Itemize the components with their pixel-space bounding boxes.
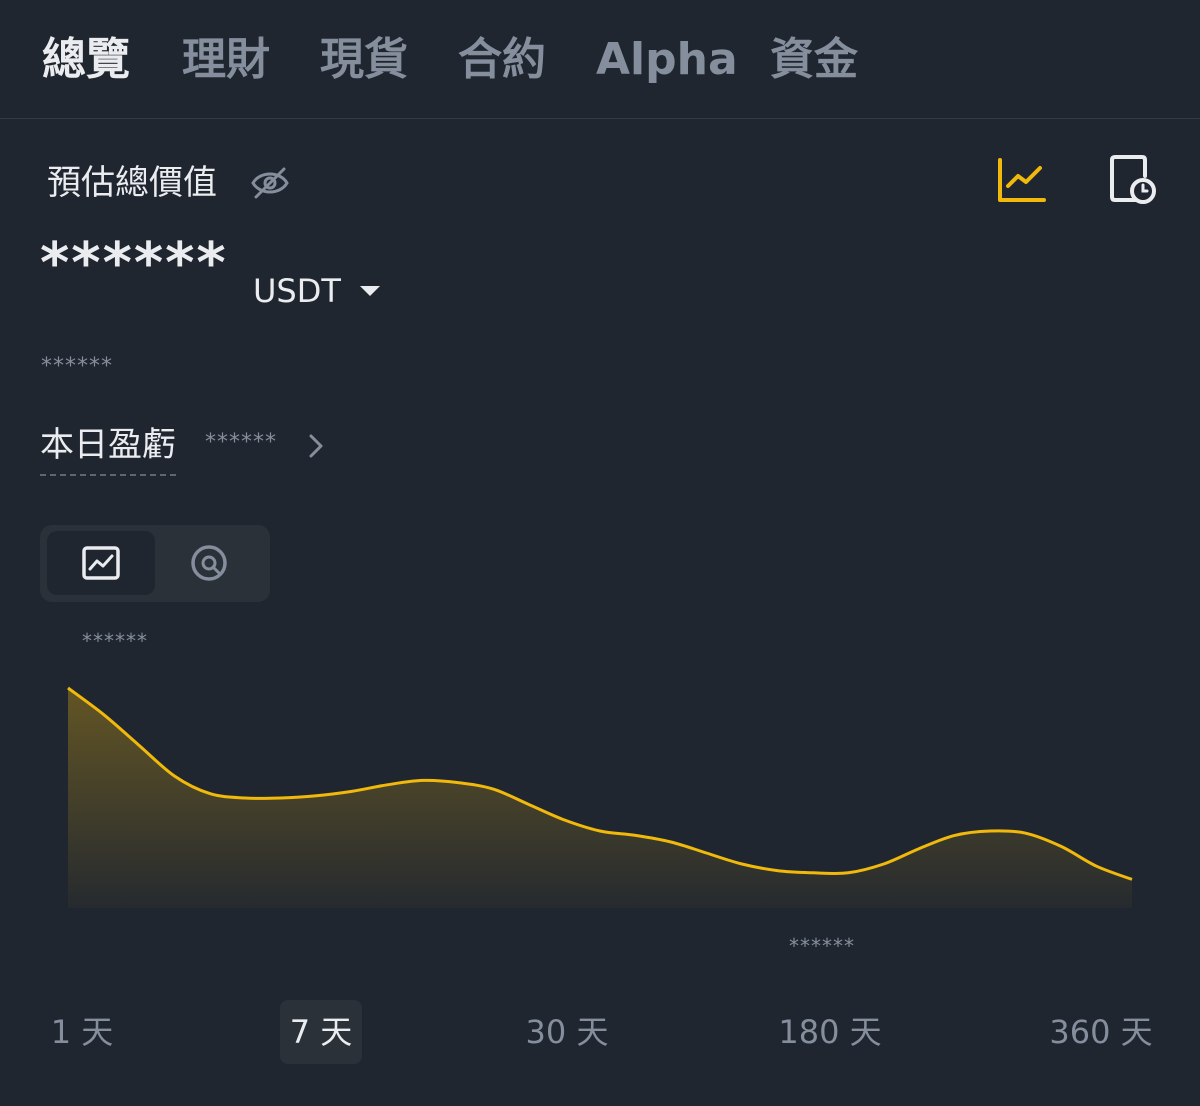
chart-max-label: ******: [82, 629, 148, 653]
tab-alpha[interactable]: Alpha: [596, 30, 738, 90]
tab-overview[interactable]: 總覽: [42, 30, 130, 90]
converted-value: ******: [41, 354, 113, 379]
chart-mode-toggle: [40, 525, 270, 602]
tab-funding[interactable]: 資金: [770, 30, 858, 90]
chart-min-label: ******: [789, 934, 855, 958]
eye-slash-icon[interactable]: [250, 166, 290, 200]
total-balance: ******: [40, 231, 228, 296]
currency-selector[interactable]: USDT: [253, 270, 341, 312]
pie-mode-button[interactable]: [155, 531, 263, 595]
period-180d[interactable]: 180 天: [770, 1000, 890, 1064]
tab-earn[interactable]: 理財: [182, 30, 270, 90]
period-1d[interactable]: 1 天: [40, 1000, 124, 1064]
tab-spot[interactable]: 現貨: [320, 30, 408, 90]
line-chart-icon: [82, 546, 120, 580]
pie-chart-icon: [191, 545, 227, 581]
line-mode-button[interactable]: [47, 531, 155, 595]
top-tab-bar: 總覽 理財 現貨 合約 Alpha 資金: [0, 0, 1200, 119]
period-30d[interactable]: 30 天: [515, 1000, 619, 1064]
line-chart-icon[interactable]: [996, 156, 1048, 206]
document-clock-icon[interactable]: [1108, 154, 1158, 206]
asset-value-chart[interactable]: [0, 660, 1200, 920]
period-360d[interactable]: 360 天: [1040, 1000, 1162, 1064]
tab-futures[interactable]: 合約: [458, 30, 546, 90]
today-pnl-value: ******: [205, 430, 277, 455]
caret-down-icon[interactable]: [360, 286, 380, 296]
estimated-value-label: 預估總價值: [47, 163, 217, 203]
period-7d[interactable]: 7 天: [280, 1000, 362, 1064]
today-pnl-label[interactable]: 本日盈虧: [40, 422, 176, 476]
chevron-right-icon[interactable]: [305, 432, 329, 460]
